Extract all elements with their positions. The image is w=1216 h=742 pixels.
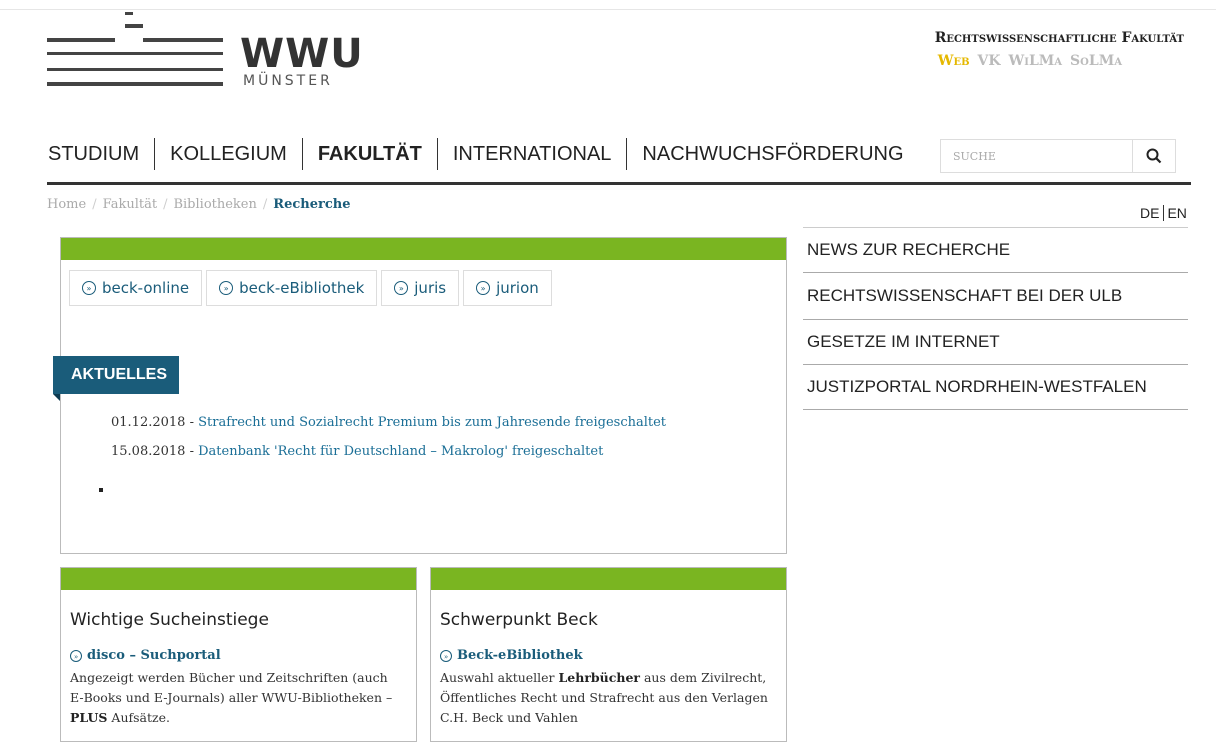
tab-beck-ebibliothek[interactable]: » beck-eBibliothek: [206, 270, 378, 306]
lang-en[interactable]: EN: [1164, 205, 1186, 221]
tab-jurion[interactable]: » jurion: [463, 270, 552, 306]
card-title: Wichtige Sucheinstiege: [70, 610, 269, 630]
sidebar-link-ulb[interactable]: RECHTSWISSENSCHAFT BEI DER ULB: [803, 273, 1188, 320]
news-link[interactable]: Strafrecht und Sozialrecht Premium bis z…: [198, 415, 666, 430]
logo-muenster-text: MÜNSTER: [243, 73, 333, 89]
news-date: 01.12.2018: [111, 415, 186, 430]
news-link[interactable]: Datenbank 'Recht für Deutschland – Makro…: [198, 444, 603, 459]
breadcrumb: Home / Fakultät / Bibliotheken / Recherche: [47, 197, 351, 212]
sidebar-link-justizportal[interactable]: JUSTIZPORTAL NORDRHEIN-WESTFALEN: [803, 365, 1188, 410]
chevron-circle-icon: »: [476, 281, 491, 295]
card-description: Auswahl aktueller Lehrbücher aus dem Ziv…: [440, 670, 768, 725]
card-sucheinstiege: Wichtige Sucheinstiege » disco – Suchport…: [60, 567, 417, 742]
nav-item-fakultaet[interactable]: FAKULTÄT: [301, 138, 437, 170]
top-divider: [0, 9, 1216, 10]
breadcrumb-bibliotheken[interactable]: Bibliotheken: [173, 197, 256, 212]
tab-beck-online[interactable]: » beck-online: [69, 270, 203, 306]
news-item: 01.12.2018 - Strafrecht und Sozialrecht …: [111, 415, 667, 430]
chevron-circle-icon: »: [70, 649, 82, 662]
sidebar-links: NEWS ZUR RECHERCHE RECHTSWISSENSCHAFT BE…: [803, 227, 1188, 410]
main-nav: STUDIUM KOLLEGIUM FAKULTÄT INTERNATIONAL…: [48, 137, 919, 171]
breadcrumb-home[interactable]: Home: [47, 197, 86, 212]
breadcrumb-current: Recherche: [273, 197, 351, 212]
search-button[interactable]: [1132, 140, 1175, 172]
news-date: 15.08.2018: [111, 444, 186, 459]
chevron-circle-icon: »: [440, 649, 452, 662]
card-link-beck-ebibliothek[interactable]: » Beck-eBibliothek: [440, 648, 583, 663]
news-item: 15.08.2018 - Datenbank 'Recht für Deutsc…: [111, 444, 604, 459]
list-bullet: [99, 488, 103, 492]
tab-juris[interactable]: » juris: [381, 270, 460, 306]
search-icon: [1146, 148, 1162, 164]
sidebar-link-gesetze[interactable]: GESETZE IM INTERNET: [803, 320, 1188, 365]
language-switch: DE EN: [1140, 205, 1187, 221]
card-title: Schwerpunkt Beck: [440, 610, 598, 630]
card-header-bar: [61, 568, 416, 590]
faculty-links: Web VK WiLMa SoLMa: [935, 50, 1184, 69]
nav-item-nachwuchsfoerderung[interactable]: NACHWUCHSFÖRDERUNG: [626, 138, 918, 170]
database-tabs: » beck-online » beck-eBibliothek » juris » j…: [69, 270, 552, 306]
sidebar-link-news[interactable]: NEWS ZUR RECHERCHE: [803, 228, 1188, 273]
databases-box: » beck-online » beck-eBibliothek » juris » j…: [53, 237, 787, 554]
lang-de[interactable]: DE: [1140, 205, 1165, 221]
faculty-link-vk[interactable]: VK: [978, 53, 1001, 69]
search-box: [940, 139, 1176, 173]
logo-wwu-text: WWU: [240, 31, 364, 77]
nav-underline: [47, 182, 1191, 185]
faculty-header: Rechtswissenschaftliche Fakultät Web VK Wi…: [935, 30, 1184, 69]
news-list: 01.12.2018 - Strafrecht und Sozialrecht …: [111, 415, 666, 473]
card-description: Angezeigt werden Bücher und Zeitschrifte…: [70, 670, 393, 725]
faculty-title[interactable]: Rechtswissenschaftliche Fakultät: [935, 30, 1184, 46]
chevron-circle-icon: »: [219, 281, 234, 295]
search-input[interactable]: [941, 140, 1132, 172]
faculty-link-wilma[interactable]: WiLMa: [1009, 53, 1063, 69]
nav-item-studium[interactable]: STUDIUM: [48, 138, 154, 170]
box-header-bar: [61, 238, 786, 260]
faculty-link-web[interactable]: Web: [938, 53, 970, 69]
card-schwerpunkt-beck: Schwerpunkt Beck » Beck-eBibliothek Auswa…: [430, 567, 787, 742]
breadcrumb-fakultaet[interactable]: Fakultät: [103, 197, 158, 212]
faculty-link-solma[interactable]: SoLMa: [1070, 53, 1122, 69]
card-link-disco[interactable]: » disco – Suchportal: [70, 648, 221, 663]
nav-item-kollegium[interactable]: KOLLEGIUM: [154, 138, 302, 170]
nav-item-international[interactable]: INTERNATIONAL: [436, 138, 627, 170]
chevron-circle-icon: »: [82, 281, 96, 295]
aktuelles-label: AKTUELLES: [53, 356, 179, 401]
wwu-logo[interactable]: WWU MÜNSTER: [47, 12, 363, 92]
chevron-circle-icon: »: [394, 281, 409, 295]
card-header-bar: [431, 568, 786, 590]
